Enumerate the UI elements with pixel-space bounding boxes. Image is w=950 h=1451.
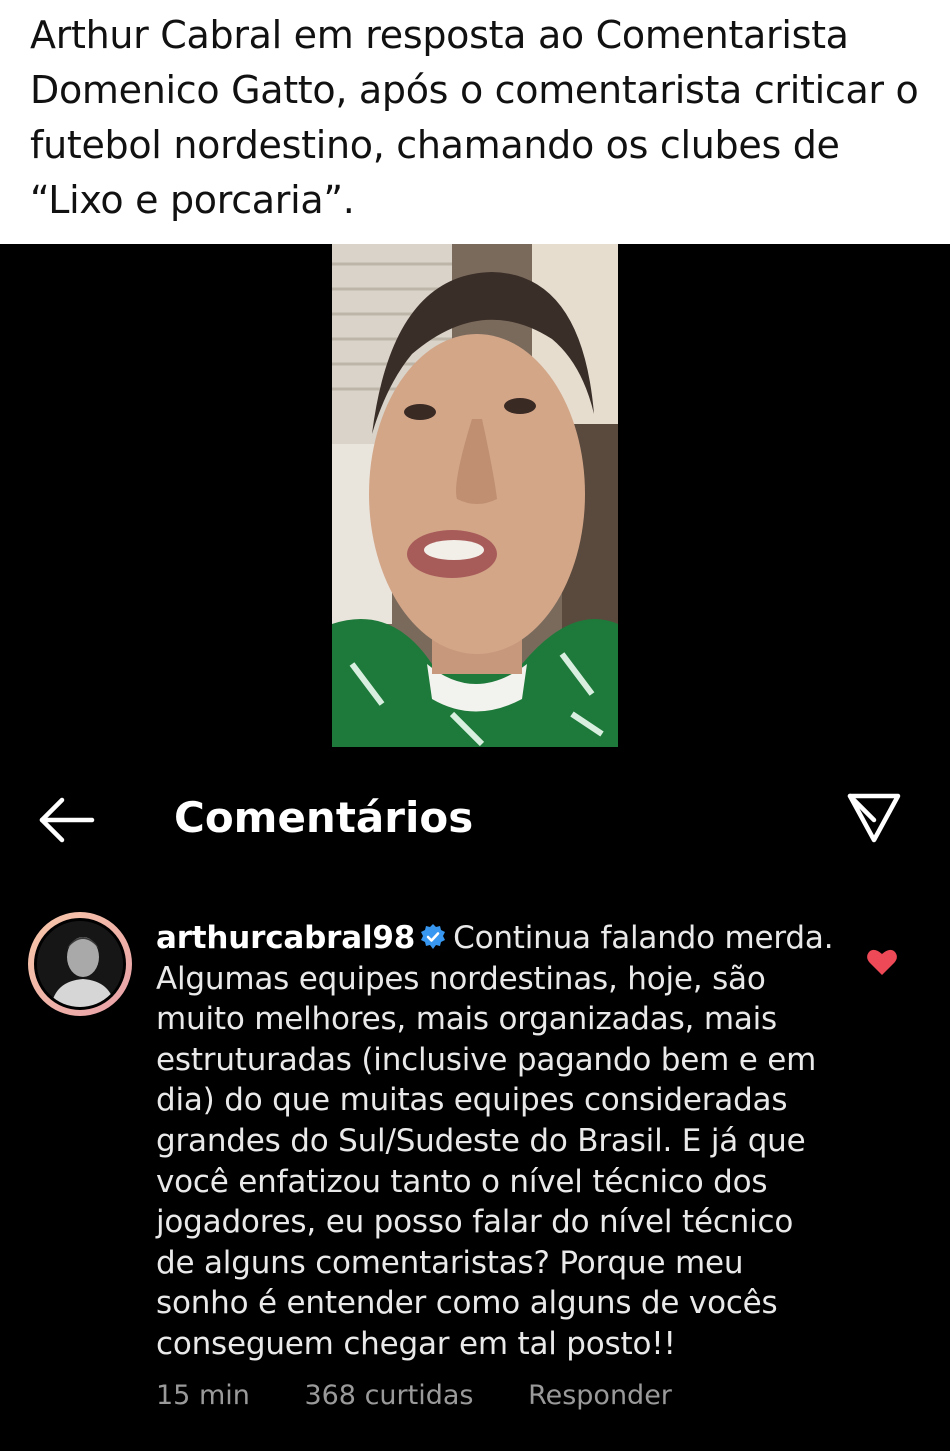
- heart-icon[interactable]: [866, 948, 898, 976]
- comments-header: [0, 770, 950, 870]
- video-thumbnail[interactable]: [332, 244, 618, 747]
- caption-panel: Arthur Cabral em resposta ao Comentarist…: [0, 0, 950, 244]
- avatar-photo: [37, 921, 123, 1007]
- comment-text: Continua falando merda. Algumas equipes …: [156, 920, 834, 1362]
- comment-likes[interactable]: 368 curtidas: [304, 1380, 473, 1411]
- video-frame-image: [332, 244, 618, 747]
- comment-meta: 15 min 368 curtidas Responder: [156, 1376, 718, 1416]
- arrow-left-icon[interactable]: [36, 792, 96, 848]
- comment-time: 15 min: [156, 1380, 250, 1411]
- avatar[interactable]: [34, 918, 126, 1010]
- comment-username[interactable]: arthurcabral98: [156, 920, 415, 956]
- verified-badge-icon: [421, 924, 446, 949]
- comment-body: arthurcabral98 Continua falando merda. Al…: [156, 918, 836, 1365]
- paper-plane-icon[interactable]: [846, 790, 902, 846]
- caption-text: Arthur Cabral em resposta ao Comentarist…: [30, 13, 919, 222]
- reply-button[interactable]: Responder: [528, 1380, 672, 1411]
- page-title: Comentários: [174, 793, 474, 842]
